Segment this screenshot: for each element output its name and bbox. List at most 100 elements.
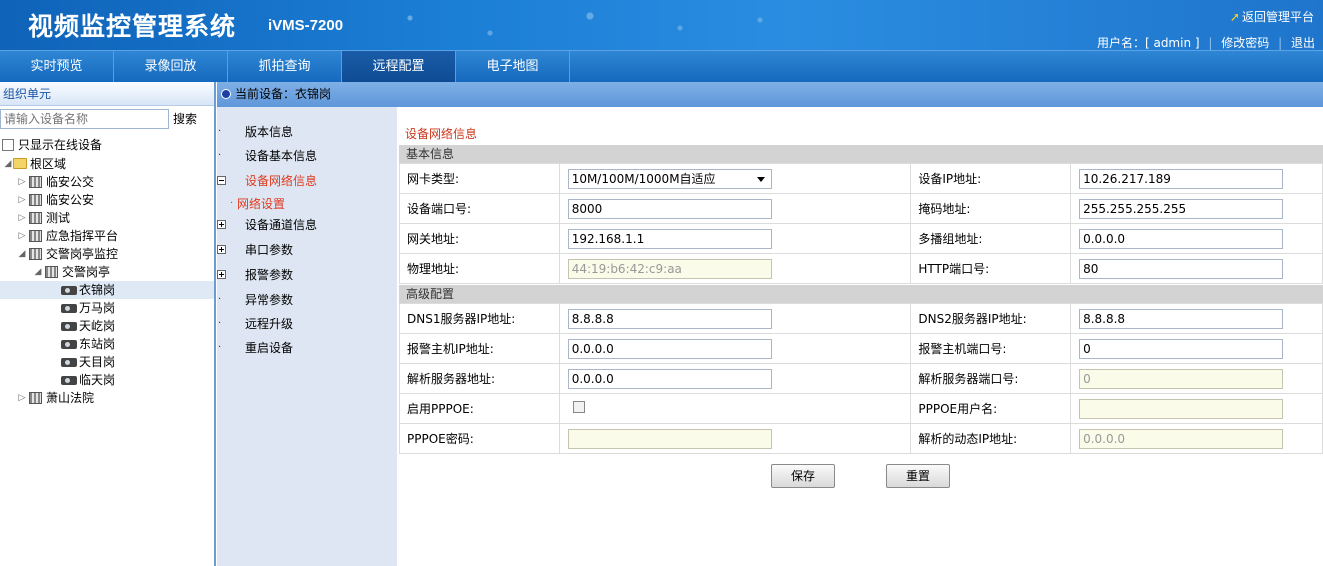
multicast-input[interactable]: 0.0.0.0 — [1079, 228, 1284, 249]
username-label: 用户名：[ admin ] — [1096, 36, 1200, 50]
expand-toggle-icon[interactable]: ▷ — [17, 191, 27, 209]
menu-item-label: 远程升级 — [245, 317, 294, 331]
pppoe-enable-checkbox[interactable] — [572, 401, 585, 413]
return-to-platform-link[interactable]: ➚ 返回管理平台 — [1230, 8, 1314, 25]
expand-plus-icon[interactable] — [217, 220, 226, 229]
device-port-input[interactable]: 8000 — [567, 198, 772, 219]
dns1-input[interactable]: 8.8.8.8 — [567, 308, 772, 329]
field-cell: 10.26.217.189 — [1070, 163, 1323, 194]
search-button[interactable]: 搜索 — [173, 110, 197, 127]
expand-toggle-icon[interactable]: ▷ — [17, 209, 27, 227]
menu-item-serial[interactable]: 串口参数 — [217, 240, 395, 260]
bullet-icon: · — [218, 318, 222, 329]
collapse-minus-icon[interactable] — [217, 176, 226, 185]
device-ip-input[interactable]: 10.26.217.189 — [1079, 168, 1284, 189]
tree-node-traffic-booth[interactable]: ◢ 交警岗亭 — [0, 263, 214, 281]
app-title: 视频监控管理系统 — [28, 12, 237, 41]
field-cell: 255.255.255.255 — [1070, 193, 1323, 224]
resolver-address-input[interactable]: 0.0.0.0 — [567, 368, 772, 389]
field-cell: 192.168.1.1 — [558, 223, 912, 254]
change-password-link[interactable]: 修改密码 — [1221, 36, 1269, 50]
tree-node-test[interactable]: ▷ 测试 — [0, 209, 214, 227]
form-row: 解析服务器地址: 0.0.0.0 解析服务器端口号: 0 — [399, 363, 1323, 394]
tree-node-yijin[interactable]: 衣锦岗 — [0, 281, 214, 299]
collapse-toggle-icon[interactable]: ◢ — [3, 155, 13, 173]
checkbox-box[interactable] — [2, 138, 14, 151]
subnet-mask-input[interactable]: 255.255.255.255 — [1079, 198, 1284, 219]
building-icon — [29, 392, 42, 404]
building-icon — [29, 194, 42, 206]
expand-toggle-icon[interactable]: ▷ — [17, 389, 27, 407]
menu-item-label: 报警参数 — [245, 268, 294, 282]
field-label: 解析的动态IP地址: — [910, 423, 1072, 454]
tree-node-tianyi[interactable]: 天屹岗 — [0, 317, 214, 335]
tree-node-label: 萧山法院 — [46, 391, 95, 405]
field-label: PPPOE用户名: — [910, 393, 1072, 424]
collapse-toggle-icon[interactable]: ◢ — [33, 263, 43, 281]
field-cell: 8.8.8.8 — [558, 303, 912, 334]
menu-item-reboot[interactable]: · 重启设备 — [217, 338, 395, 358]
expand-toggle-icon[interactable]: ▷ — [17, 173, 27, 191]
tree-node-lintian[interactable]: 临天岗 — [0, 371, 214, 389]
save-button[interactable]: 保存 — [771, 464, 835, 488]
tree-node-xiaoshan-court[interactable]: ▷ 萧山法院 — [0, 389, 214, 407]
tree-node-linan-police[interactable]: ▷ 临安公安 — [0, 191, 214, 209]
tab-live-preview[interactable]: 实时预览 — [0, 51, 114, 82]
current-device-label: 当前设备：衣锦岗 — [235, 87, 332, 101]
bullet-icon: · — [218, 150, 222, 161]
menu-item-version[interactable]: · 版本信息 — [217, 122, 395, 142]
camera-icon — [61, 376, 77, 385]
tree-node-emergency[interactable]: ▷ 应急指挥平台 — [0, 227, 214, 245]
field-cell: 8.8.8.8 — [1070, 303, 1323, 334]
collapse-toggle-icon[interactable]: ◢ — [17, 245, 27, 263]
menu-item-label: 网络设置 — [237, 197, 286, 211]
mac-address-input: 44:19:b6:42:c9:aa — [567, 258, 772, 279]
menu-item-channel-info[interactable]: 设备通道信息 — [217, 215, 395, 235]
dns2-input[interactable]: 8.8.8.8 — [1079, 308, 1284, 329]
menu-item-exception[interactable]: · 异常参数 — [217, 290, 395, 310]
expand-plus-icon[interactable] — [217, 245, 226, 254]
nic-type-select[interactable]: 10M/100M/1000M自适应 — [567, 168, 772, 189]
tab-emap[interactable]: 电子地图 — [456, 51, 570, 82]
field-label: 多播组地址: — [910, 223, 1072, 254]
expand-plus-icon[interactable] — [217, 270, 226, 279]
tree-node-traffic-monitor[interactable]: ◢ 交警岗亭监控 — [0, 245, 214, 263]
gateway-input[interactable]: 192.168.1.1 — [567, 228, 772, 249]
tab-playback[interactable]: 录像回放 — [114, 51, 228, 82]
expand-toggle-icon[interactable]: ▷ — [17, 227, 27, 245]
tree-node-linan-bus[interactable]: ▷ 临安公交 — [0, 173, 214, 191]
org-tree: ◢ 根区域 ▷ 临安公交 ▷ 临安公安 ▷ 测试 ▷ 应急指挥平台 ◢ 交警岗亭… — [0, 155, 214, 407]
tree-node-label: 应急指挥平台 — [46, 229, 119, 243]
tab-snapshot-query[interactable]: 抓拍查询 — [228, 51, 342, 82]
online-only-checkbox[interactable]: 只显示在线设备 — [2, 136, 102, 153]
building-icon — [29, 230, 42, 242]
menu-item-label: 异常参数 — [245, 293, 294, 307]
alarm-host-ip-input[interactable]: 0.0.0.0 — [567, 338, 772, 359]
tree-node-tianmu[interactable]: 天目岗 — [0, 353, 214, 371]
tab-remote-config[interactable]: 远程配置 — [342, 51, 456, 82]
camera-icon — [61, 304, 77, 313]
reset-button[interactable]: 重置 — [886, 464, 950, 488]
tree-node-wanma[interactable]: 万马岗 — [0, 299, 214, 317]
menu-item-network-info[interactable]: 设备网络信息 — [217, 171, 395, 191]
camera-icon — [61, 340, 77, 349]
form-row: 网关地址: 192.168.1.1 多播组地址: 0.0.0.0 — [399, 223, 1323, 254]
menu-item-upgrade[interactable]: · 远程升级 — [217, 314, 395, 334]
tree-node-dongzhan[interactable]: 东站岗 — [0, 335, 214, 353]
logout-link[interactable]: 退出 — [1291, 36, 1315, 50]
building-icon — [45, 266, 58, 278]
bullet-icon: · — [218, 126, 222, 137]
menu-item-network-settings[interactable]: · 网络设置 — [217, 194, 395, 214]
separator: | — [1208, 36, 1213, 50]
field-cell: 0 — [1070, 363, 1323, 394]
content-title: 设备网络信息 — [405, 127, 478, 141]
field-label: 解析服务器地址: — [399, 363, 560, 394]
http-port-input[interactable]: 80 — [1079, 258, 1284, 279]
tree-node-label: 交警岗亭监控 — [46, 247, 119, 261]
device-search-input[interactable] — [0, 109, 169, 129]
dynamic-ip-input: 0.0.0.0 — [1079, 428, 1284, 449]
alarm-host-port-input[interactable]: 0 — [1079, 338, 1284, 359]
menu-item-alarm[interactable]: 报警参数 — [217, 265, 395, 285]
menu-item-basic-info[interactable]: · 设备基本信息 — [217, 146, 395, 166]
tree-node-root[interactable]: ◢ 根区域 — [0, 155, 214, 173]
